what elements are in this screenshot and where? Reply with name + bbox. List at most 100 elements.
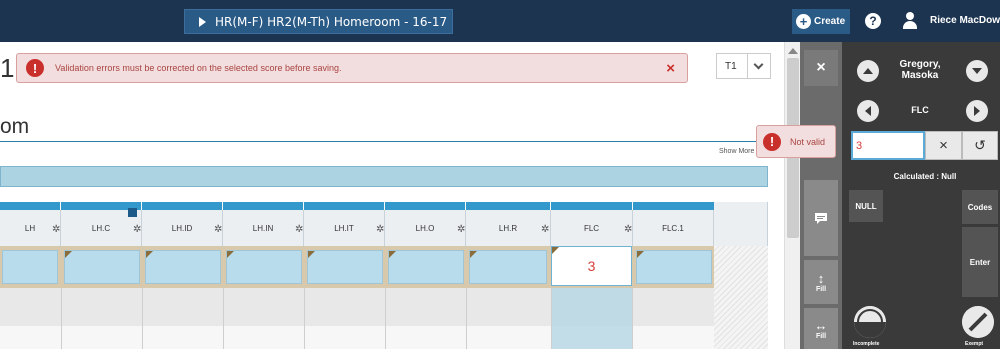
- grid-line: [632, 288, 633, 349]
- score-cell[interactable]: [64, 250, 140, 284]
- column-header-empty: [714, 202, 768, 246]
- column-header-lh-r[interactable]: LH.R: [466, 210, 551, 246]
- column-header-lh-id[interactable]: LH.ID: [142, 210, 223, 246]
- horizontal-arrow-icon: ↔: [814, 317, 828, 333]
- previous-student-button[interactable]: [857, 60, 879, 82]
- vertical-arrow-icon: ↕: [817, 271, 825, 286]
- undo-button[interactable]: ↺: [962, 131, 998, 160]
- close-icon: ×: [816, 59, 826, 76]
- filter-bar[interactable]: [0, 166, 768, 187]
- calculated-label: Calculated : Null: [893, 172, 957, 181]
- score-cell[interactable]: [2, 250, 58, 284]
- grid-line: [223, 288, 224, 349]
- column-header-flc-1[interactable]: FLC.1: [633, 210, 714, 246]
- column-stripe: [466, 202, 550, 210]
- create-button[interactable]: + Create: [792, 9, 850, 34]
- score-input[interactable]: [851, 131, 925, 160]
- clear-button[interactable]: ×: [925, 131, 962, 160]
- scroll-up-icon[interactable]: [788, 48, 798, 54]
- codes-button[interactable]: Codes: [962, 190, 998, 224]
- grid-line: [142, 288, 143, 349]
- term-select[interactable]: T1: [716, 53, 771, 79]
- active-score-cell[interactable]: 3: [551, 246, 632, 286]
- show-more-link[interactable]: Show More: [719, 148, 754, 155]
- user-icon[interactable]: [903, 12, 917, 30]
- help-icon[interactable]: ?: [865, 13, 881, 29]
- gear-icon[interactable]: ✲: [214, 224, 222, 235]
- page-subtitle: om: [0, 115, 30, 138]
- grid-line: [466, 288, 467, 349]
- score-cell[interactable]: [388, 250, 464, 284]
- chevron-left-icon: [865, 106, 871, 116]
- undo-icon: ↺: [974, 137, 986, 153]
- column-header-lh-o[interactable]: LH.O: [385, 210, 466, 246]
- exempt-label: Exempt: [965, 341, 984, 347]
- enter-button[interactable]: Enter: [962, 227, 998, 297]
- score-cell[interactable]: [636, 250, 712, 284]
- next-student-button[interactable]: [966, 60, 988, 82]
- close-icon[interactable]: ×: [666, 60, 675, 77]
- student-name: Gregory, Masoka: [899, 59, 941, 81]
- gradebook-grid: LH LH.C LH.ID LH.IN LH.IT LH.O LH.R FLC …: [0, 202, 768, 349]
- incomplete-button[interactable]: [854, 306, 886, 338]
- column-header-flc[interactable]: FLC: [551, 210, 633, 246]
- column-name: FLC: [911, 105, 929, 115]
- column-stripe: [142, 202, 222, 210]
- column-stripe: [385, 202, 465, 210]
- fill-down-button[interactable]: ↕ Fill: [804, 260, 838, 304]
- column-highlight: [551, 288, 632, 349]
- comment-icon: [815, 212, 827, 224]
- top-nav-bar: HR(M-F) HR2(M-Th) Homeroom - 16-17 + Cre…: [0, 0, 1000, 42]
- column-stripe: [304, 202, 384, 210]
- exempt-button[interactable]: [962, 306, 994, 338]
- grid-line: [61, 288, 62, 349]
- validation-error-banner: ! Validation errors must be corrected on…: [16, 53, 688, 83]
- hatched-area: [714, 246, 768, 349]
- score-cell[interactable]: [145, 250, 221, 284]
- section-title: HR(M-F) HR2(M-Th) Homeroom - 16-17: [215, 14, 448, 29]
- comment-button[interactable]: [804, 180, 838, 256]
- gear-icon[interactable]: ✲: [295, 224, 303, 235]
- chevron-right-icon: [974, 106, 980, 116]
- error-message: Validation errors must be corrected on t…: [55, 63, 342, 73]
- column-stripe: [0, 202, 60, 210]
- grid-line: [304, 288, 305, 349]
- incomplete-label: Incomplete: [853, 341, 880, 347]
- previous-column-button[interactable]: [857, 100, 879, 122]
- chevron-down-icon[interactable]: [746, 54, 770, 78]
- score-cell[interactable]: [307, 250, 383, 284]
- fill-across-button[interactable]: ↔ Fill: [804, 308, 838, 349]
- chevron-down-icon: [972, 68, 982, 74]
- grid-line: [551, 288, 552, 349]
- section-selector-button[interactable]: HR(M-F) HR2(M-Th) Homeroom - 16-17: [184, 9, 453, 34]
- incomplete-icon: [854, 306, 886, 338]
- score-cell[interactable]: [469, 250, 547, 284]
- grid-line: [385, 288, 386, 349]
- close-icon: ×: [939, 137, 948, 154]
- comment-flag-icon: [128, 208, 137, 217]
- active-score-value: 3: [587, 258, 596, 274]
- null-button[interactable]: NULL: [849, 190, 883, 222]
- gear-icon[interactable]: ✲: [376, 224, 384, 235]
- column-stripe: [551, 202, 632, 210]
- plus-icon: +: [796, 14, 811, 29]
- page-title: 1: [0, 53, 15, 83]
- exempt-icon: [962, 306, 994, 338]
- score-cell[interactable]: [226, 250, 302, 284]
- user-name[interactable]: Riece MacDowa: [930, 15, 1000, 26]
- vertical-scrollbar[interactable]: [784, 42, 800, 349]
- gear-icon[interactable]: ✲: [52, 224, 60, 235]
- gear-icon[interactable]: ✲: [133, 224, 141, 235]
- gear-icon[interactable]: ✲: [624, 224, 632, 235]
- column-header-lh-in[interactable]: LH.IN: [223, 210, 304, 246]
- gear-icon[interactable]: ✲: [457, 224, 465, 235]
- not-valid-tooltip: ! Not valid: [756, 125, 836, 158]
- column-header-lh-it[interactable]: LH.IT: [304, 210, 385, 246]
- gear-icon[interactable]: ✲: [541, 224, 549, 235]
- close-panel-button[interactable]: ×: [804, 50, 838, 86]
- not-valid-message: Not valid: [790, 136, 826, 147]
- next-column-button[interactable]: [966, 100, 988, 122]
- column-stripe: [223, 202, 303, 210]
- tool-strip: × ↕ Fill ↔ Fill: [800, 42, 842, 349]
- error-icon: !: [26, 59, 44, 77]
